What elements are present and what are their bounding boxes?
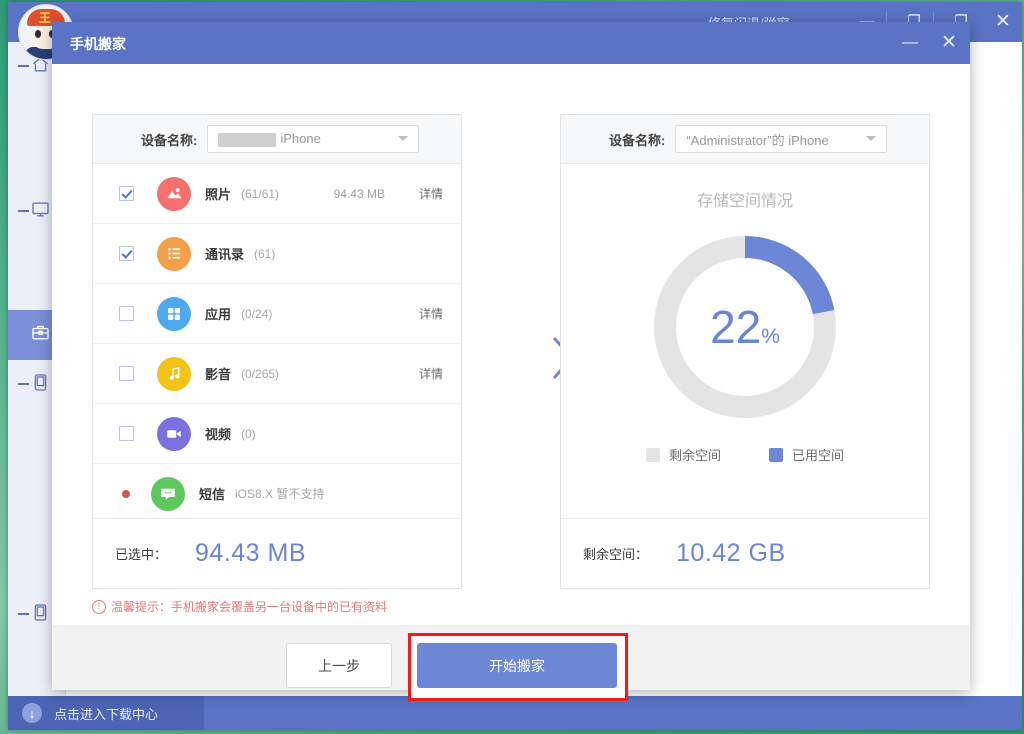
free-space-value: 10.42 GB (676, 539, 786, 568)
table-row[interactable]: 视频 (0) (93, 404, 461, 464)
row-size: 94.43 MB (334, 187, 385, 201)
selected-label: 已选中： (115, 544, 167, 563)
phone-icon (23, 603, 50, 627)
legend-label-used: 已用空间 (792, 445, 844, 464)
source-panel-header: 设备名称: iPhone (93, 115, 461, 164)
exclamation-circle-icon: ! (92, 600, 106, 614)
toolbox-icon (23, 323, 50, 347)
target-device-select[interactable]: “Administrator”的 iPhone (675, 125, 887, 153)
dialog-title: 手机搬家 (70, 34, 126, 54)
row-name: 影音 (205, 364, 231, 383)
download-center-label: 点击进入下载中心 (54, 704, 158, 723)
row-name: 短信 (199, 484, 225, 503)
row-count: (61/61) (241, 187, 279, 201)
chevron-down-icon (398, 136, 408, 141)
storage-chart-legend: 剩余空间 已用空间 (561, 445, 929, 464)
collapse-dash-icon (18, 210, 29, 212)
row-count: (0/265) (241, 367, 279, 381)
collapse-dash-icon (18, 65, 29, 67)
table-row[interactable]: 影音 (0/265) 详情 (93, 344, 461, 404)
row-checkbox-video[interactable] (119, 426, 134, 441)
row-name: 应用 (205, 304, 231, 323)
dialog-footer: 上一步 开始搬家 (52, 625, 970, 690)
table-row: 短信 iOS8.X 暂不支持 (93, 464, 461, 523)
contacts-icon (157, 237, 191, 271)
masked-device-name (218, 133, 276, 147)
table-row[interactable]: 应用 (0/24) 详情 (93, 284, 461, 344)
selected-size-value: 94.43 MB (195, 539, 306, 568)
row-detail-link[interactable]: 详情 (419, 185, 443, 202)
collapse-dash-icon (18, 333, 29, 335)
row-checkbox-media[interactable] (119, 366, 134, 381)
legend-item-free: 剩余空间 (646, 445, 721, 464)
table-row[interactable]: 照片 (61/61) 94.43 MB 详情 (93, 164, 461, 224)
sms-icon (151, 477, 185, 511)
row-count: (61) (254, 247, 275, 261)
table-row[interactable]: 通讯录 (61) (93, 224, 461, 284)
download-arrow-icon: ↓ (22, 703, 42, 723)
source-device-value: iPhone (218, 131, 320, 147)
unsupported-status-dot (122, 490, 130, 498)
target-device-label: 设备名称: (609, 130, 665, 149)
legend-swatch-free (646, 448, 660, 462)
phone-icon (23, 373, 50, 397)
row-detail-link[interactable]: 详情 (419, 305, 443, 322)
row-name: 照片 (205, 184, 231, 203)
background-statusbar: ↓ 点击进入下载中心 (8, 696, 1022, 730)
chevron-down-icon (866, 136, 876, 141)
target-device-panel: 设备名称: “Administrator”的 iPhone 存储空间情况 22% (560, 114, 930, 589)
source-device-label: 设备名称: (141, 130, 197, 149)
row-unsupported-note: iOS8.X 暂不支持 (235, 485, 324, 502)
row-checkbox-contacts[interactable] (119, 246, 134, 261)
row-count: (0) (241, 427, 256, 441)
video-icon (157, 417, 191, 451)
source-device-panel: 设备名称: iPhone 照片 (61/61) 94.43 MB 详情 (92, 114, 462, 589)
free-space-label: 剩余空间： (583, 544, 648, 563)
row-count: (0/24) (241, 307, 272, 321)
music-icon (157, 357, 191, 391)
storage-donut-chart: 22% (645, 227, 845, 427)
dialog-titlebar: 手机搬家 — ✕ (52, 22, 970, 64)
target-panel-footer: 剩余空间： 10.42 GB (561, 518, 929, 588)
row-name: 视频 (205, 424, 231, 443)
download-center-button[interactable]: ↓ 点击进入下载中心 (8, 696, 204, 730)
source-panel-footer: 已选中： 94.43 MB (93, 518, 461, 588)
dialog-close-button[interactable]: ✕ (936, 31, 962, 55)
photo-icon (157, 177, 191, 211)
row-name: 通讯录 (205, 244, 244, 263)
phone-transfer-dialog: 手机搬家 — ✕ 设备名称: iPhone 照片 (52, 22, 970, 690)
storage-used-percent: 22% (710, 304, 780, 350)
row-detail-link[interactable]: 详情 (419, 365, 443, 382)
legend-label-free: 剩余空间 (669, 445, 721, 464)
storage-chart-title: 存储空间情况 (561, 187, 929, 211)
collapse-dash-icon (18, 383, 29, 385)
collapse-dash-icon (18, 613, 29, 615)
monitor-icon (23, 200, 50, 224)
dialog-minimize-button[interactable]: — (897, 31, 923, 55)
warning-note: ! 温馨提示：手机搬家会覆盖另一台设备中的已有资料 (92, 598, 387, 615)
row-checkbox-apps[interactable] (119, 306, 134, 321)
previous-step-button[interactable]: 上一步 (286, 643, 392, 688)
source-device-select[interactable]: iPhone (207, 125, 419, 153)
row-checkbox-photos[interactable] (119, 186, 134, 201)
warning-text: 温馨提示：手机搬家会覆盖另一台设备中的已有资料 (111, 598, 387, 615)
dialog-body: 设备名称: iPhone 照片 (61/61) 94.43 MB 详情 (52, 64, 970, 625)
start-transfer-button[interactable]: 开始搬家 (417, 643, 617, 688)
apps-icon (157, 297, 191, 331)
target-device-value: “Administrator”的 iPhone (686, 130, 828, 149)
legend-item-used: 已用空间 (769, 445, 844, 464)
legend-swatch-used (769, 448, 783, 462)
target-panel-header: 设备名称: “Administrator”的 iPhone (561, 115, 929, 164)
bg-close-button[interactable]: ✕ (990, 10, 1016, 34)
donut-center-label: 22% (645, 227, 845, 427)
